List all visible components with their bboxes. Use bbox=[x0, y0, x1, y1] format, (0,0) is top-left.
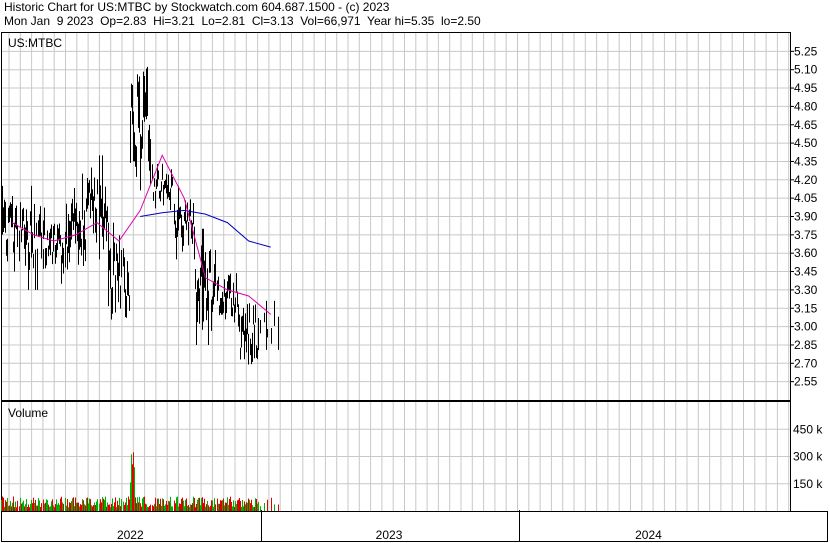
price-axis: 5.25 5.10 4.95 4.80 4.65 4.50 4.35 4.20 4.05 3.90… bbox=[790, 44, 818, 389]
volume-tick-label: 450 k bbox=[793, 422, 823, 436]
price-tick-label: 2.55 bbox=[794, 375, 818, 389]
year-label: 2023 bbox=[376, 528, 403, 542]
stock-chart: US:MTBC Volume 5.25 5.10 4.95 4.80 4.65 4.50 4… bbox=[1, 32, 828, 542]
price-tick-label: 3.00 bbox=[794, 320, 818, 334]
chart-frames bbox=[1, 32, 828, 542]
price-tick-label: 4.50 bbox=[794, 136, 818, 150]
grid bbox=[2, 33, 790, 511]
price-tick-label: 2.85 bbox=[794, 338, 818, 352]
price-tick-label: 2.70 bbox=[794, 356, 818, 370]
price-tick-label: 3.15 bbox=[794, 301, 818, 315]
price-tick-label: 3.75 bbox=[794, 228, 818, 242]
symbol-label: US:MTBC bbox=[8, 36, 62, 50]
price-tick-label: 4.35 bbox=[794, 154, 818, 168]
price-tick-label: 4.20 bbox=[794, 173, 818, 187]
volume-label: Volume bbox=[8, 406, 48, 420]
price-tick-label: 4.80 bbox=[794, 99, 818, 113]
ma-long-line bbox=[140, 209, 271, 248]
price-tick-label: 3.30 bbox=[794, 283, 818, 297]
price-tick-label: 3.45 bbox=[794, 265, 818, 279]
price-tick-label: 5.25 bbox=[794, 44, 818, 58]
price-tick-label: 4.95 bbox=[794, 81, 818, 95]
date-axis: 2022 2023 2024 bbox=[117, 510, 662, 542]
volume-axis: 450 k 300 k 150 k bbox=[793, 422, 823, 491]
volume-tick-label: 300 k bbox=[793, 450, 823, 464]
price-tick-label: 3.90 bbox=[794, 210, 818, 224]
price-tick-label: 3.60 bbox=[794, 246, 818, 260]
year-label: 2022 bbox=[117, 528, 144, 542]
volume-tick-label: 150 k bbox=[793, 477, 823, 491]
year-label: 2024 bbox=[635, 528, 662, 542]
price-tick-label: 4.05 bbox=[794, 191, 818, 205]
price-tick-label: 4.65 bbox=[794, 118, 818, 132]
price-tick-label: 5.10 bbox=[794, 63, 818, 77]
